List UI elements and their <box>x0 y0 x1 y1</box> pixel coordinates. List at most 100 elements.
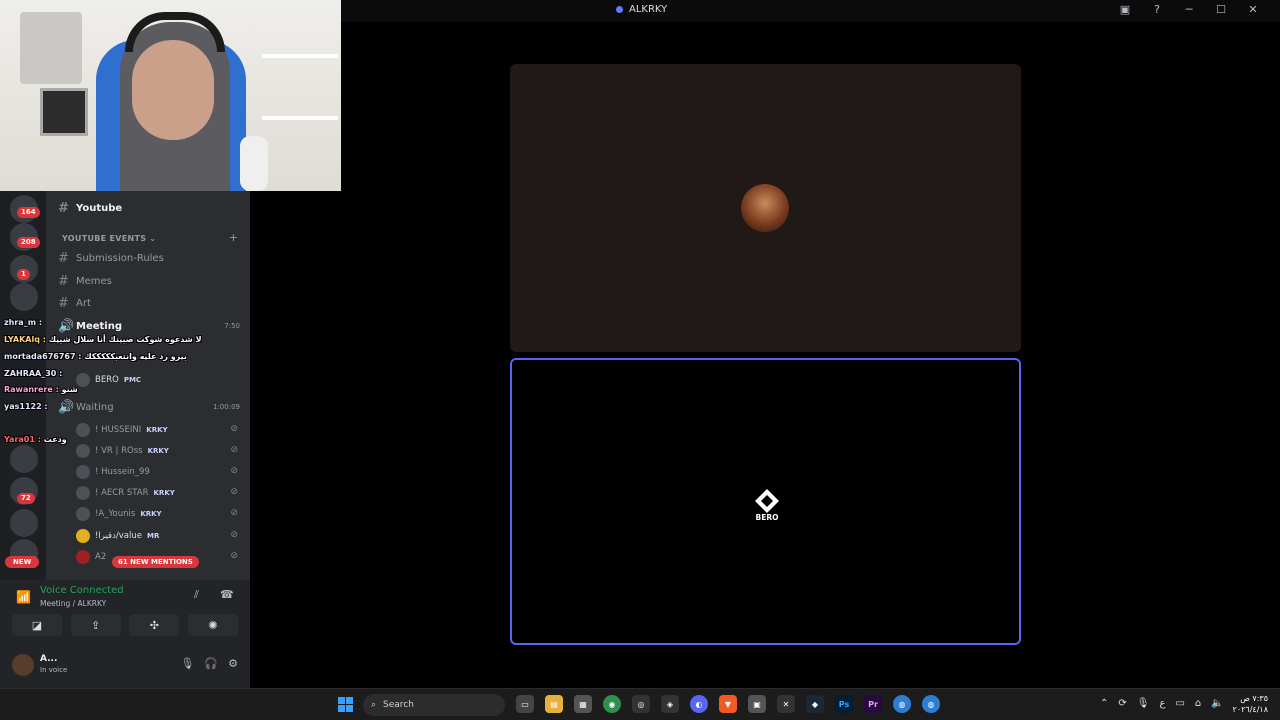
member-tag: KRKY <box>140 510 162 518</box>
voice-member[interactable]: ! VR | ROss KRKY <box>76 444 169 458</box>
noise-suppression-icon[interactable]: ⫽ <box>194 588 199 602</box>
network-icon[interactable]: ⌂ <box>1195 698 1201 709</box>
avatar[interactable] <box>12 654 34 676</box>
steam-client-icon[interactable]: ◆ <box>806 695 824 713</box>
voice-status[interactable]: Voice Connected <box>40 585 124 596</box>
settings-gear-icon[interactable]: ⚙ <box>228 657 238 670</box>
wall-frame <box>40 88 88 136</box>
server-badge: 1 <box>17 269 30 280</box>
deafened-icon: ⊘ <box>230 466 238 476</box>
window-controls: ▣ ? ─ ☐ ✕ <box>1118 3 1260 16</box>
window-title-text: ALKRKY <box>629 4 668 15</box>
chat-username: Yara01 : <box>4 435 41 444</box>
channel-name: Art <box>76 298 91 309</box>
chat-username: zhra_m : <box>4 318 43 327</box>
activities-button[interactable]: ✣ <box>129 614 180 636</box>
hash-icon: # <box>58 251 69 266</box>
screen-share-button[interactable]: ⇪ <box>70 614 121 636</box>
streamer-face <box>132 40 214 140</box>
voice-member[interactable]: ! Hussein_99 <box>76 465 150 479</box>
premiere-icon[interactable]: Pr <box>864 695 882 713</box>
obs-icon[interactable]: ◎ <box>632 695 650 713</box>
close-button[interactable]: ✕ <box>1246 3 1260 16</box>
soundboard-button[interactable]: ✺ <box>187 614 238 636</box>
chat-text: بيرو رد عليه وانتعبكككككك <box>84 352 187 361</box>
avatar <box>76 486 90 500</box>
help-icon[interactable]: ? <box>1150 3 1164 16</box>
member-tag: KRKY <box>146 426 168 434</box>
member-name: ! VR | ROss <box>95 446 143 456</box>
voice-channel-waiting[interactable]: 🔊 Waiting <box>58 400 114 415</box>
voice-panel: 📶 Voice Connected Meeting / ALKRKY ⫽ ☎ ◪… <box>0 580 250 688</box>
app-icon[interactable]: ▣ <box>748 695 766 713</box>
stage-tile-speaker[interactable] <box>510 64 1021 352</box>
voice-channel-meeting[interactable]: 🔊 Meeting <box>58 319 122 334</box>
maximize-button[interactable]: ☐ <box>1214 3 1228 16</box>
server-icon[interactable] <box>10 283 38 311</box>
member-name: A2 <box>95 552 107 562</box>
deafened-icon: ⊘ <box>230 551 238 561</box>
file-explorer-icon[interactable]: ▤ <box>545 695 563 713</box>
taskbar-search[interactable]: ⌕ Search <box>363 694 505 716</box>
server-icon[interactable] <box>10 509 38 537</box>
voice-location[interactable]: Meeting / ALKRKY <box>40 599 106 608</box>
voice-member[interactable]: ! AECR STAR KRKY <box>76 486 175 500</box>
task-view-icon[interactable]: ▭ <box>516 695 534 713</box>
server-icon[interactable] <box>10 445 38 473</box>
voice-member[interactable]: !A_Younis KRKY <box>76 507 162 521</box>
channel-art[interactable]: # Art <box>58 296 91 311</box>
participant-name: BERO <box>755 513 779 522</box>
channel-youtube[interactable]: # Youtube <box>58 201 122 216</box>
channel-submission-rules[interactable]: # Submission-Rules <box>58 251 164 266</box>
voice-member[interactable]: BERO PMC <box>76 373 141 387</box>
speaker-icon: 🔊 <box>58 319 75 334</box>
language-indicator[interactable]: ع <box>1159 698 1165 709</box>
channel-name: Submission-Rules <box>76 253 164 264</box>
camera-off-button[interactable]: ◪ <box>12 614 62 636</box>
chrome-icon[interactable]: ◉ <box>603 695 621 713</box>
start-button[interactable] <box>338 697 353 712</box>
minimize-button[interactable]: ─ <box>1182 3 1196 16</box>
volume-icon[interactable]: 🔈 <box>1211 698 1223 709</box>
user-name[interactable]: A... <box>40 654 57 664</box>
disconnect-icon[interactable]: ☎ <box>220 588 234 601</box>
voice-member[interactable]: ! HUSSEINI KRKY <box>76 423 168 437</box>
app-blue-icon[interactable]: ◍ <box>922 695 940 713</box>
capcut-icon[interactable]: ✕ <box>777 695 795 713</box>
display-icon[interactable]: ▭ <box>1175 698 1184 709</box>
avatar <box>76 373 90 387</box>
headphones-icon[interactable]: 🎧 <box>204 657 218 670</box>
steam-icon[interactable]: ◈ <box>661 695 679 713</box>
photoshop-icon[interactable]: Ps <box>835 695 853 713</box>
brave-icon[interactable]: ▼ <box>719 695 737 713</box>
discord-icon[interactable]: ◐ <box>690 695 708 713</box>
add-channel-icon[interactable]: + <box>229 231 238 244</box>
chevron-up-icon[interactable]: ⌃ <box>1100 698 1108 709</box>
chat-username: Rawanrere : <box>4 385 59 394</box>
windows-taskbar: ⌕ Search ▭ ▤ ▦ ◉ ◎ ◈ ◐ ▼ ▣ ✕ ◆ Ps Pr ◍ ◍… <box>0 688 1280 720</box>
microphone-icon[interactable]: 🎙 <box>1137 698 1150 709</box>
category-youtube-events[interactable]: YOUTUBE EVENTS ⌄ <box>62 234 156 243</box>
microphone <box>240 136 268 191</box>
hash-icon: # <box>58 274 69 289</box>
channel-memes[interactable]: # Memes <box>58 274 112 289</box>
inbox-icon[interactable]: ▣ <box>1118 3 1132 16</box>
taskbar-clock[interactable]: ٧:٣٥ ص ٢٠٢٦/٤/١٨ <box>1233 693 1268 715</box>
sync-icon[interactable]: ⟳ <box>1118 698 1126 709</box>
avatar <box>76 423 90 437</box>
store-icon[interactable]: ▦ <box>574 695 592 713</box>
deafened-icon: ⊘ <box>230 424 238 434</box>
taskbar-apps: ▭ ▤ ▦ ◉ ◎ ◈ ◐ ▼ ▣ ✕ ◆ Ps Pr ◍ ◍ <box>516 695 940 713</box>
channel-name: Waiting <box>76 402 114 413</box>
voice-member[interactable]: A2 <box>76 550 106 564</box>
voice-member[interactable]: !دقيرا/value MR <box>76 529 159 543</box>
app-blue-icon[interactable]: ◍ <box>893 695 911 713</box>
chat-message: yas1122 : <box>4 402 48 411</box>
stage-tile-focused[interactable]: BERO <box>510 358 1021 645</box>
new-servers-badge[interactable]: NEW <box>5 556 40 568</box>
user-controls: 🎙 🎧 ⚙ <box>180 657 238 670</box>
new-mentions-button[interactable]: 61 NEW MENTIONS <box>112 556 199 568</box>
user-status: In voice <box>40 666 68 674</box>
window-title: ALKRKY <box>616 4 667 15</box>
microphone-icon[interactable]: 🎙 <box>180 657 194 670</box>
